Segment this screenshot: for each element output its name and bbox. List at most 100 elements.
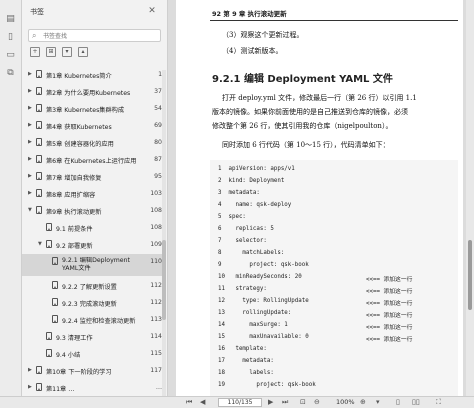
side-tool-strip: ▤ ▯ ▭ ⧉ — [0, 0, 22, 408]
bookmark-item[interactable]: 9.2.1 编辑Deployment YAML文件 110 — [22, 254, 162, 276]
bookmark-item[interactable]: ▶ 第11章 …… — [22, 380, 162, 395]
expand-arrow-icon[interactable]: ▶ — [28, 139, 32, 145]
bookmark-item[interactable]: 9.1 前提条件 108 — [22, 220, 162, 235]
collapse-all-icon[interactable]: ▴ — [78, 47, 88, 57]
zoom-out-icon[interactable]: ⊖ — [314, 398, 320, 407]
attachment-icon[interactable]: ⧉ — [5, 68, 16, 78]
bookmark-label: 第5章 创建容器化的应用 — [46, 141, 114, 148]
comment-icon[interactable]: ▭ — [5, 50, 16, 60]
expand-arrow-icon[interactable]: ▶ — [28, 105, 32, 111]
dropdown-icon[interactable]: ▾ — [376, 398, 380, 407]
scroll-thumb[interactable] — [162, 240, 166, 320]
single-page-icon[interactable]: ▯ — [396, 398, 400, 407]
bookmark-label: 第7章 增加自我修复 — [46, 175, 102, 182]
bookmark-page-number: 87 — [154, 156, 162, 163]
bookmark-item[interactable]: ▶ 第10章 下一阶段的学习 117 — [22, 363, 162, 378]
prev-page-icon[interactable]: ◀ — [200, 398, 205, 407]
zoom-level[interactable]: 100% — [336, 398, 355, 406]
page-number-field[interactable]: 110/135 — [218, 398, 262, 407]
fit-page-icon[interactable]: ⊡ — [300, 398, 306, 407]
bookmark-search-box[interactable]: ⌕ — [28, 29, 161, 42]
bookmark-icon — [52, 257, 58, 265]
bookmark-item[interactable]: ▶ 第6章 在Kubernetes上运行应用 87 — [22, 152, 162, 167]
bookmark-item[interactable]: ▶ 第4章 获取Kubernetes 69 — [22, 118, 162, 133]
first-page-icon[interactable]: ⏮ — [186, 398, 192, 407]
bookmark-item[interactable]: 9.2.3 完成滚动更新 112 — [22, 295, 162, 310]
bookmark-panel-title: 书签 — [30, 8, 44, 16]
bookmark-item[interactable]: ▶ 第5章 创建容器化的应用 80 — [22, 135, 162, 150]
bookmark-item[interactable]: ▶ 第2章 为什么要用Kubernetes 37 — [22, 84, 162, 99]
bookmark-item[interactable]: ▶ 第8章 应用扩缩容 103 — [22, 186, 162, 201]
add-bookmark-icon[interactable]: + — [30, 47, 40, 57]
bookmark-page-number: 69 — [154, 122, 162, 129]
bookmark-item[interactable]: 9.4 小结 115 — [22, 346, 162, 361]
code-line: 17 metadata: — [218, 358, 274, 364]
section-heading: 9.2.1 编辑 Deployment YAML 文件 — [212, 74, 393, 85]
last-page-icon[interactable]: ⏭ — [282, 398, 288, 407]
thumbnail-icon[interactable]: ▤ — [5, 14, 16, 24]
bookmark-item[interactable]: ▶ 第1章 Kubernetes简介 1 — [22, 67, 162, 82]
bookmark-item[interactable]: 9.2.2 了解更新设置 112 — [22, 278, 162, 293]
paragraph-line: 同时添加 6 行代码（第 10～15 行），代码清单如下： — [222, 141, 390, 149]
bookmark-panel-header: 书签 ✕ — [22, 0, 168, 24]
bookmark-search-input[interactable] — [43, 31, 157, 41]
code-line: 8 matchLabels: — [218, 250, 285, 256]
code-comment: <<== 添加这一行 — [366, 337, 413, 343]
fullscreen-icon[interactable]: ⛶ — [436, 398, 441, 407]
code-line: 12 type: RollingUpdate — [218, 298, 309, 304]
zoom-in-icon[interactable]: ⊕ — [360, 398, 366, 407]
expand-arrow-icon[interactable]: ▶ — [28, 367, 32, 373]
expand-arrow-icon[interactable]: ▶ — [28, 71, 32, 77]
expand-arrow-icon[interactable]: ▶ — [28, 88, 32, 94]
bookmark-item[interactable]: ▼ 第9章 执行滚动更新 108 — [22, 203, 162, 218]
bookmark-item[interactable]: ▶ 第3章 Kubernetes集群构成 54 — [22, 101, 162, 116]
next-page-icon[interactable]: ▶ — [268, 398, 273, 407]
status-bar: ⏮ ◀ 110/135 ▶ ⏭ ⊡ ⊖ 100% ⊕ ▾ ▯ ▯▯ ⛶ — [0, 396, 474, 408]
paragraph-line: 打开 deploy.yml 文件，修改最后一行（第 26 行）以引用 1.1 — [222, 94, 417, 102]
bookmark-page-number: 110 — [150, 258, 162, 265]
bookmark-scrollbar[interactable] — [162, 70, 166, 400]
bookmark-item[interactable]: ▶ 第7章 增加自我修复 95 — [22, 169, 162, 184]
expand-arrow-icon[interactable]: ▶ — [28, 122, 32, 128]
code-line: 13 rollingUpdate: — [218, 310, 292, 316]
bookmark-label: 9.2 部署更新 — [56, 243, 93, 250]
list-item: （3）观察这个更新过程。 — [222, 31, 304, 39]
collapse-arrow-icon[interactable]: ▼ — [28, 207, 32, 213]
bookmark-icon — [36, 155, 42, 163]
bookmark-label: 第9章 执行滚动更新 — [46, 209, 102, 216]
bookmark-icon — [36, 172, 42, 180]
two-page-icon[interactable]: ▯▯ — [412, 398, 420, 407]
bookmark-label: 9.2.2 了解更新设置 — [62, 284, 117, 291]
expand-all-icon[interactable]: ▾ — [62, 47, 72, 57]
paragraph-line: 版本的镜像。如果你前面使用的是自己推送到仓库的镜像，必须 — [212, 108, 408, 116]
bookmark-page-number: 54 — [154, 105, 162, 112]
bookmark-icon — [46, 349, 52, 357]
bookmark-page-number: … — [155, 384, 162, 391]
code-line: 4 name: qsk-deploy — [218, 202, 292, 208]
bookmark-label: 第4章 获取Kubernetes — [46, 124, 112, 131]
expand-arrow-icon[interactable]: ▶ — [28, 190, 32, 196]
bookmark-item[interactable]: 9.2.4 监控和检查滚动更新 113 — [22, 312, 162, 327]
code-line: 11 strategy: — [218, 286, 267, 292]
collapse-arrow-icon[interactable]: ▼ — [38, 241, 42, 247]
code-line: 1 apiVersion: apps/v1 — [218, 166, 295, 172]
code-comment: <<== 添加这一行 — [366, 301, 413, 307]
expand-arrow-icon[interactable]: ▶ — [28, 384, 32, 390]
bookmark-item[interactable]: 9.3 清理工作 114 — [22, 329, 162, 344]
document-scrollbar[interactable] — [466, 0, 474, 396]
bookmark-label: 9.4 小结 — [56, 352, 81, 359]
list-item: （4）测试新版本。 — [222, 47, 283, 55]
bookmark-label: 第6章 在Kubernetes上运行应用 — [46, 158, 137, 165]
code-line: 19 project: qsk-book — [218, 382, 316, 388]
code-line: 7 selector: — [218, 238, 267, 244]
bookmark-icon — [36, 121, 42, 129]
expand-arrow-icon[interactable]: ▶ — [28, 156, 32, 162]
bookmark-item[interactable]: ▼ 9.2 部署更新 109 — [22, 237, 162, 252]
expand-arrow-icon[interactable]: ▶ — [28, 173, 32, 179]
scroll-thumb[interactable] — [468, 240, 472, 310]
close-panel-icon[interactable]: ✕ — [146, 5, 158, 17]
add-child-bookmark-icon[interactable]: ⊞ — [46, 47, 56, 57]
bookmark-icon[interactable]: ▯ — [5, 32, 16, 42]
code-listing: 1 apiVersion: apps/v1 2 kind: Deployment 3… — [210, 160, 458, 396]
code-line: 18 labels: — [218, 370, 274, 376]
